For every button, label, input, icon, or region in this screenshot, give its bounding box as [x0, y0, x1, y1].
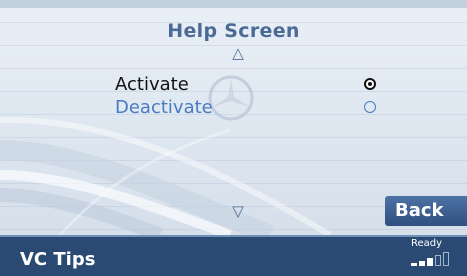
signal-strength-icon	[411, 252, 463, 266]
page-title: Help Screen	[167, 20, 300, 42]
status-bar-title: VC Tips	[20, 249, 96, 270]
back-button[interactable]: Back	[385, 196, 467, 226]
option-activate[interactable]: Activate	[115, 74, 189, 95]
status-bar: VC Tips	[0, 235, 467, 276]
radio-selected-icon[interactable]	[364, 78, 376, 90]
help-screen: Help Screen △ Activate Deactivate ▽ Back…	[0, 0, 467, 276]
scroll-down-icon[interactable]: ▽	[228, 202, 248, 220]
scroll-up-icon[interactable]: △	[228, 44, 248, 62]
radio-unselected-icon[interactable]	[364, 101, 376, 113]
option-deactivate[interactable]: Deactivate	[115, 97, 213, 118]
mercedes-star-logo	[208, 75, 254, 121]
status-text: Ready	[411, 238, 443, 249]
